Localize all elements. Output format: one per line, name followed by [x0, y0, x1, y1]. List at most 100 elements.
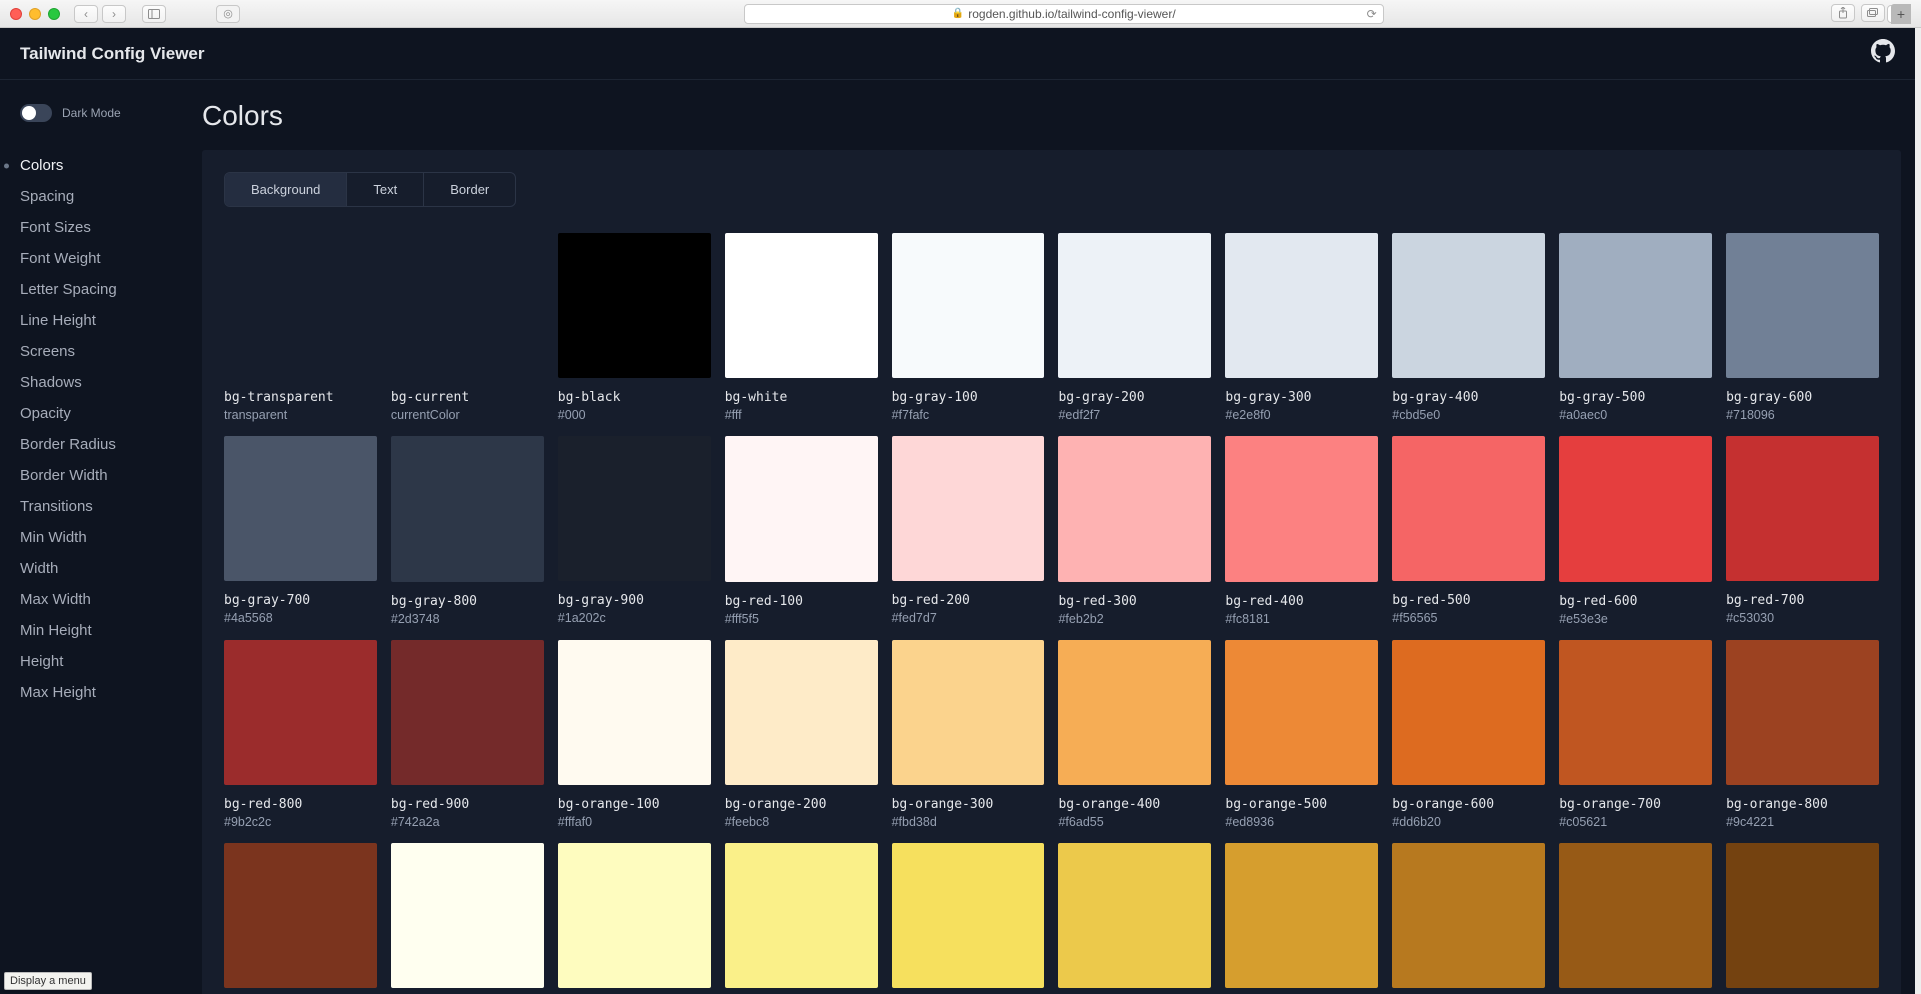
minimize-window-button[interactable]	[29, 8, 41, 20]
swatch-name: bg-orange-200	[725, 797, 878, 812]
swatch-bg-yellow-900[interactable]: bg-yellow-900#744210	[1726, 843, 1879, 994]
close-window-button[interactable]	[10, 8, 22, 20]
swatch-value: currentColor	[391, 408, 544, 422]
swatch-bg-yellow-500[interactable]: bg-yellow-500#ecc94b	[1058, 843, 1211, 994]
swatch-bg-red-100[interactable]: bg-red-100#fff5f5	[725, 436, 878, 625]
swatch-bg-red-700[interactable]: bg-red-700#c53030	[1726, 436, 1879, 625]
swatch-bg-orange-800[interactable]: bg-orange-800#9c4221	[1726, 640, 1879, 829]
tab-text[interactable]: Text	[347, 173, 424, 206]
swatch-chip	[1058, 436, 1211, 581]
sidebar-item-screens[interactable]: Screens	[12, 336, 184, 367]
sidebar-item-border-width[interactable]: Border Width	[12, 460, 184, 491]
sidebar-item-max-height[interactable]: Max Height	[12, 677, 184, 708]
swatch-bg-orange-500[interactable]: bg-orange-500#ed8936	[1225, 640, 1378, 829]
swatch-bg-yellow-400[interactable]: bg-yellow-400#f6e05e	[892, 843, 1045, 994]
sidebar-item-height[interactable]: Height	[12, 646, 184, 677]
swatch-bg-white[interactable]: bg-white#fff	[725, 233, 878, 422]
sidebar-item-colors[interactable]: Colors	[12, 150, 184, 181]
swatch-chip	[725, 843, 878, 988]
swatch-bg-red-400[interactable]: bg-red-400#fc8181	[1225, 436, 1378, 625]
swatch-bg-red-500[interactable]: bg-red-500#f56565	[1392, 436, 1545, 625]
swatch-chip	[224, 233, 377, 378]
swatch-value: #ed8936	[1225, 815, 1378, 829]
sidebar-item-transitions[interactable]: Transitions	[12, 491, 184, 522]
swatch-bg-current[interactable]: bg-currentcurrentColor	[391, 233, 544, 422]
swatch-bg-yellow-800[interactable]: bg-yellow-800#975a16	[1559, 843, 1712, 994]
swatch-chip	[892, 843, 1045, 988]
reader-mode-button[interactable]: ◎	[216, 5, 240, 23]
sidebar-item-line-height[interactable]: Line Height	[12, 305, 184, 336]
swatch-chip	[391, 233, 544, 378]
swatch-bg-gray-700[interactable]: bg-gray-700#4a5568	[224, 436, 377, 625]
address-bar[interactable]: 🔒 rogden.github.io/tailwind-config-viewe…	[744, 4, 1384, 24]
swatch-bg-gray-100[interactable]: bg-gray-100#f7fafc	[892, 233, 1045, 422]
swatch-bg-yellow-300[interactable]: bg-yellow-300#faf089	[725, 843, 878, 994]
swatch-bg-orange-300[interactable]: bg-orange-300#fbd38d	[892, 640, 1045, 829]
maximize-window-button[interactable]	[48, 8, 60, 20]
reload-icon[interactable]: ⟳	[1367, 7, 1377, 21]
swatch-bg-gray-300[interactable]: bg-gray-300#e2e8f0	[1225, 233, 1378, 422]
sidebar-toggle-button[interactable]	[142, 5, 166, 23]
swatch-bg-orange-200[interactable]: bg-orange-200#feebc8	[725, 640, 878, 829]
swatch-bg-orange-400[interactable]: bg-orange-400#f6ad55	[1058, 640, 1211, 829]
sidebar-item-font-weight[interactable]: Font Weight	[12, 243, 184, 274]
swatch-value: #9c4221	[1726, 815, 1879, 829]
swatch-bg-orange-600[interactable]: bg-orange-600#dd6b20	[1392, 640, 1545, 829]
swatch-chip	[391, 843, 544, 988]
swatch-bg-gray-600[interactable]: bg-gray-600#718096	[1726, 233, 1879, 422]
sidebar-item-spacing[interactable]: Spacing	[12, 181, 184, 212]
lock-icon: 🔒	[952, 8, 964, 19]
swatch-chip	[725, 233, 878, 378]
swatch-bg-gray-200[interactable]: bg-gray-200#edf2f7	[1058, 233, 1211, 422]
swatch-bg-orange-900[interactable]: bg-orange-900#7b341e	[224, 843, 377, 994]
swatch-bg-gray-800[interactable]: bg-gray-800#2d3748	[391, 436, 544, 625]
swatch-value: #feb2b2	[1058, 612, 1211, 626]
swatch-bg-orange-100[interactable]: bg-orange-100#fffaf0	[558, 640, 711, 829]
swatch-name: bg-orange-400	[1058, 797, 1211, 812]
swatch-value: #2d3748	[391, 612, 544, 626]
swatch-bg-gray-400[interactable]: bg-gray-400#cbd5e0	[1392, 233, 1545, 422]
swatch-bg-yellow-700[interactable]: bg-yellow-700#b7791f	[1392, 843, 1545, 994]
sidebar-item-width[interactable]: Width	[12, 553, 184, 584]
dark-mode-toggle[interactable]	[20, 104, 52, 122]
swatch-bg-red-600[interactable]: bg-red-600#e53e3e	[1559, 436, 1712, 625]
tabs-button[interactable]	[1861, 4, 1885, 22]
swatch-chip	[1058, 843, 1211, 988]
github-link[interactable]	[1871, 39, 1895, 68]
new-tab-button[interactable]: +	[1891, 4, 1911, 24]
sidebar-item-min-height[interactable]: Min Height	[12, 615, 184, 646]
swatch-bg-red-300[interactable]: bg-red-300 #feb2b2	[1058, 436, 1211, 625]
swatch-bg-yellow-600[interactable]: bg-yellow-600#d69e2e	[1225, 843, 1378, 994]
sidebar-item-max-width[interactable]: Max Width	[12, 584, 184, 615]
swatch-bg-red-200[interactable]: bg-red-200#fed7d7	[892, 436, 1045, 625]
sidebar-item-letter-spacing[interactable]: Letter Spacing	[12, 274, 184, 305]
swatch-bg-gray-900[interactable]: bg-gray-900#1a202c	[558, 436, 711, 625]
forward-button[interactable]: ›	[102, 5, 126, 23]
back-button[interactable]: ‹	[74, 5, 98, 23]
sidebar-item-shadows[interactable]: Shadows	[12, 367, 184, 398]
swatch-bg-yellow-200[interactable]: bg-yellow-200#fefcbf	[558, 843, 711, 994]
swatch-chip	[1058, 640, 1211, 785]
share-button[interactable]	[1831, 4, 1855, 22]
sidebar-item-opacity[interactable]: Opacity	[12, 398, 184, 429]
swatch-bg-yellow-100[interactable]: bg-yellow-100#fffff0	[391, 843, 544, 994]
swatch-bg-gray-500[interactable]: bg-gray-500#a0aec0	[1559, 233, 1712, 422]
swatch-bg-black[interactable]: bg-black#000	[558, 233, 711, 422]
sidebar-item-font-sizes[interactable]: Font Sizes	[12, 212, 184, 243]
swatch-name: bg-red-300	[1058, 594, 1211, 609]
swatch-bg-transparent[interactable]: bg-transparenttransparent	[224, 233, 377, 422]
swatch-value: #c05621	[1559, 815, 1712, 829]
swatch-value: #fed7d7	[892, 611, 1045, 625]
swatch-name: bg-red-900	[391, 797, 544, 812]
tab-border[interactable]: Border	[424, 173, 515, 206]
swatch-bg-red-900[interactable]: bg-red-900#742a2a	[391, 640, 544, 829]
swatch-bg-red-800[interactable]: bg-red-800#9b2c2c	[224, 640, 377, 829]
swatch-chip	[1225, 233, 1378, 378]
swatch-value: #f7fafc	[892, 408, 1045, 422]
sidebar-item-border-radius[interactable]: Border Radius	[12, 429, 184, 460]
swatch-chip	[1559, 843, 1712, 988]
sidebar-item-min-width[interactable]: Min Width	[12, 522, 184, 553]
swatch-grid: bg-transparenttransparentbg-currentcurre…	[224, 233, 1879, 994]
tab-background[interactable]: Background	[225, 173, 347, 206]
swatch-bg-orange-700[interactable]: bg-orange-700#c05621	[1559, 640, 1712, 829]
